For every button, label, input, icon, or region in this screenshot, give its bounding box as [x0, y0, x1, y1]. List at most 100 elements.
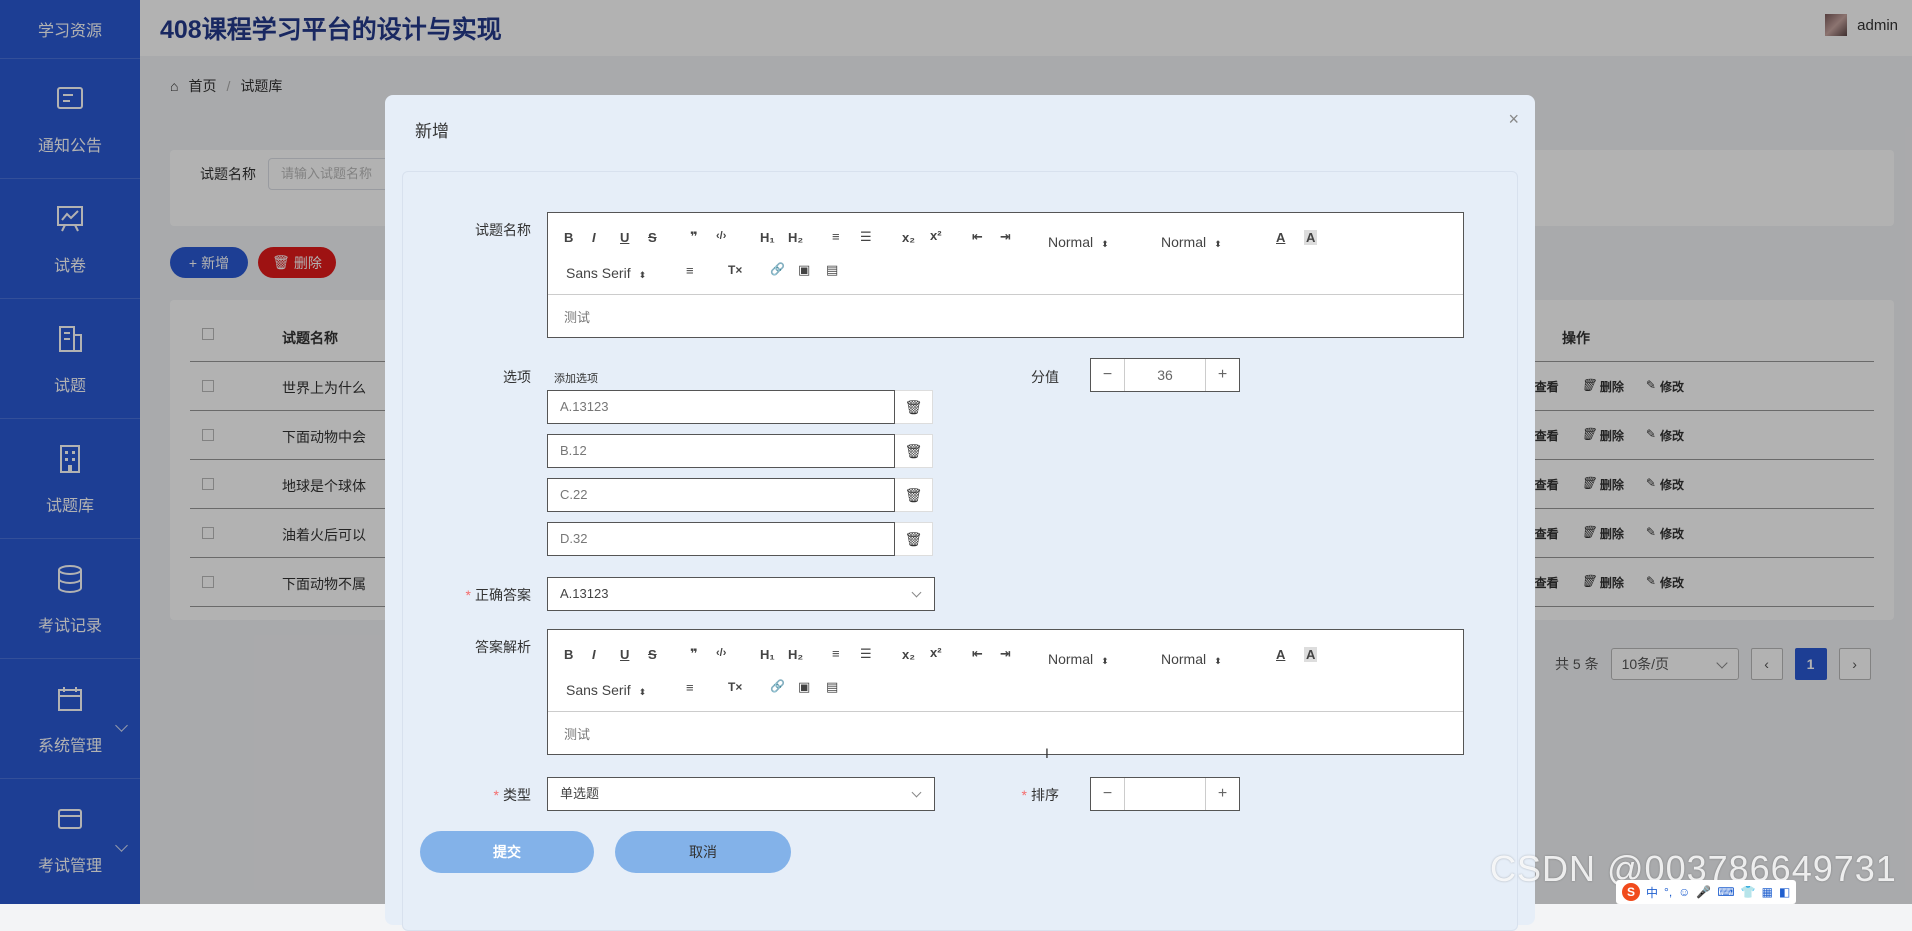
add-option-link[interactable]: 添加选项 [554, 370, 598, 386]
header-value: Normal [1161, 651, 1207, 667]
bullet-list-button[interactable]: ☰ [860, 646, 872, 662]
quote-button[interactable]: ❞ [690, 646, 698, 662]
quote-button[interactable]: ❞ [690, 229, 698, 245]
option-input[interactable]: A.13123 [547, 390, 895, 424]
subscript-button[interactable]: x₂ [902, 230, 915, 245]
strike-button[interactable]: S [648, 647, 657, 662]
option-input[interactable]: D.32 [547, 522, 895, 556]
keyboard-icon[interactable]: ⌨ [1717, 885, 1734, 899]
shirt-icon[interactable]: 👕 [1741, 885, 1756, 899]
label-text: 排序 [1031, 787, 1059, 803]
minus-icon[interactable]: − [1091, 359, 1125, 391]
microphone-icon[interactable]: 🎤 [1696, 885, 1711, 899]
align-button[interactable]: ≡ [686, 680, 694, 695]
label-question-name: 试题名称 [411, 220, 531, 240]
question-editor-content[interactable]: 测试 [548, 295, 1463, 337]
plus-icon[interactable]: + [1205, 359, 1239, 391]
submit-button[interactable]: 提交 [420, 831, 594, 873]
header-value: Normal [1161, 234, 1207, 250]
header-select[interactable]: Normal ⬍ [1161, 234, 1222, 250]
updown-icon: ⬍ [1214, 656, 1222, 666]
code-button[interactable]: ‹/› [716, 230, 726, 242]
bold-button[interactable]: B [564, 230, 573, 245]
link-button[interactable]: 🔗 [770, 262, 785, 276]
label-text: 答案解析 [475, 639, 531, 655]
strike-button[interactable]: S [648, 230, 657, 245]
label-text: 正确答案 [475, 587, 531, 603]
italic-button[interactable]: I [592, 230, 596, 245]
font-family-select[interactable]: Sans Serif ⬍ [566, 265, 646, 281]
updown-icon: ⬍ [1214, 239, 1222, 249]
order-stepper[interactable]: − + [1090, 777, 1240, 811]
question-editor[interactable]: B I U S ❞ ‹/› H₁ H₂ ≡ ☰ x₂ x² ⇤ ⇥ Normal… [547, 212, 1464, 338]
bullet-list-button[interactable]: ☰ [860, 229, 872, 245]
analysis-editor-content[interactable]: 测试 [548, 712, 1463, 754]
plus-icon[interactable]: + [1205, 778, 1239, 810]
option-delete-button[interactable]: 🗑 [895, 390, 933, 424]
trash-icon: 🗑 [904, 530, 923, 547]
score-value[interactable]: 36 [1125, 359, 1205, 391]
label-analysis: 答案解析 [411, 637, 531, 657]
emoji-icon[interactable]: ☺ [1678, 885, 1690, 899]
type-select[interactable]: 单选题 [547, 777, 935, 811]
cancel-button[interactable]: 取消 [615, 831, 791, 873]
video-button[interactable]: ▤ [826, 679, 838, 695]
font-size-select[interactable]: Normal ⬍ [1048, 234, 1109, 250]
h2-button[interactable]: H₂ [788, 230, 803, 245]
background-color-button[interactable]: A [1304, 647, 1318, 662]
form-layer: 试题名称 B I U S ❞ ‹/› H₁ H₂ ≡ ☰ x₂ x² ⇤ ⇥ N… [385, 95, 1535, 904]
option-delete-button[interactable]: 🗑 [895, 478, 933, 512]
required-mark: * [493, 787, 499, 803]
video-button[interactable]: ▤ [826, 262, 838, 278]
background-color-button[interactable]: A [1304, 230, 1318, 245]
image-button[interactable]: ▣ [798, 679, 810, 695]
italic-button[interactable]: I [592, 647, 596, 662]
option-delete-button[interactable]: 🗑 [895, 434, 933, 468]
h1-button[interactable]: H₁ [760, 230, 775, 245]
h2-button[interactable]: H₂ [788, 647, 803, 662]
subscript-button[interactable]: x₂ [902, 647, 915, 662]
ordered-list-button[interactable]: ≡ [832, 229, 840, 244]
font-size-select[interactable]: Normal ⬍ [1048, 651, 1109, 667]
score-stepper[interactable]: − 36 + [1090, 358, 1240, 392]
updown-icon: ⬍ [638, 270, 647, 280]
order-value[interactable] [1125, 778, 1205, 810]
ime-toolbar[interactable]: S 中 °, ☺ 🎤 ⌨ 👕 ▦ ◧ [1616, 880, 1797, 904]
link-button[interactable]: 🔗 [770, 679, 785, 693]
image-button[interactable]: ▣ [798, 262, 810, 278]
option-delete-button[interactable]: 🗑 [895, 522, 933, 556]
option-input[interactable]: C.22 [547, 478, 895, 512]
font-color-button[interactable]: A [1276, 647, 1285, 662]
punctuation-icon[interactable]: °, [1664, 885, 1672, 899]
option-input[interactable]: B.12 [547, 434, 895, 468]
outdent-button[interactable]: ⇤ [972, 646, 983, 662]
bold-button[interactable]: B [564, 647, 573, 662]
header-select[interactable]: Normal ⬍ [1161, 651, 1222, 667]
font-color-button[interactable]: A [1276, 230, 1285, 245]
align-button[interactable]: ≡ [686, 263, 694, 278]
superscript-button[interactable]: x² [930, 645, 942, 660]
outdent-button[interactable]: ⇤ [972, 229, 983, 245]
ordered-list-button[interactable]: ≡ [832, 646, 840, 661]
ime-lang[interactable]: 中 [1646, 884, 1658, 901]
required-mark: * [465, 587, 471, 603]
skin-icon[interactable]: ◧ [1779, 885, 1790, 899]
h1-button[interactable]: H₁ [760, 647, 775, 662]
clear-format-button[interactable]: T× [728, 680, 742, 694]
underline-button[interactable]: U [620, 647, 629, 662]
answer-select[interactable]: A.13123 [547, 577, 935, 611]
code-button[interactable]: ‹/› [716, 647, 726, 659]
minus-icon[interactable]: − [1091, 778, 1125, 810]
required-mark: * [1021, 787, 1027, 803]
font-size-value: Normal [1048, 651, 1094, 667]
grid-icon[interactable]: ▦ [1762, 885, 1773, 899]
label-type: * 类型 [411, 785, 531, 805]
analysis-editor[interactable]: B I U S ❞ ‹/› H₁ H₂ ≡ ☰ x₂ x² ⇤ ⇥ Normal… [547, 629, 1464, 755]
font-family-select[interactable]: Sans Serif ⬍ [566, 682, 646, 698]
indent-button[interactable]: ⇥ [1000, 229, 1011, 245]
clear-format-button[interactable]: T× [728, 263, 742, 277]
superscript-button[interactable]: x² [930, 228, 942, 243]
underline-button[interactable]: U [620, 230, 629, 245]
font-size-value: Normal [1048, 234, 1094, 250]
indent-button[interactable]: ⇥ [1000, 646, 1011, 662]
